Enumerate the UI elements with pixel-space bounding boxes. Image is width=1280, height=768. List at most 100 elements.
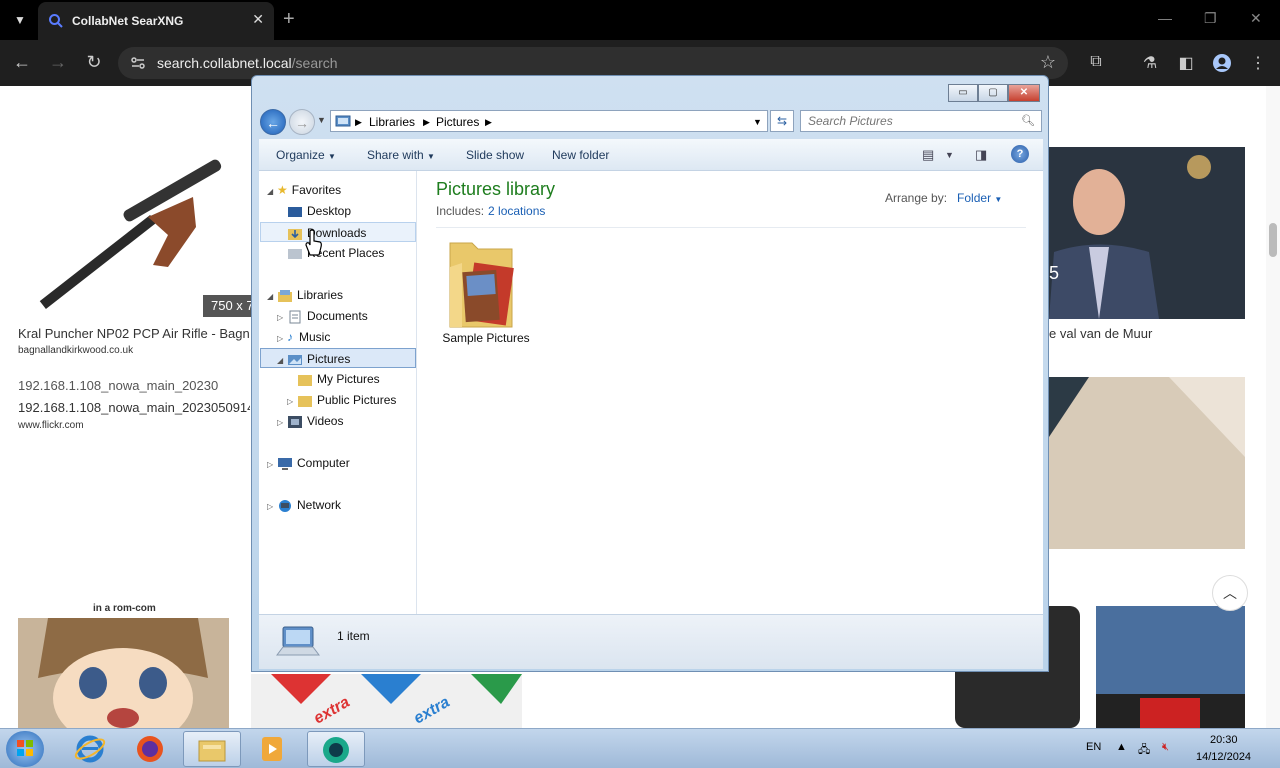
bookmark-star-icon[interactable]: ☆ [1040, 52, 1056, 73]
restore-icon[interactable]: ❐ [1204, 10, 1217, 27]
collapsed-arrow-icon[interactable]: ▷ [267, 455, 277, 475]
window-close-icon[interactable]: ✕ [1250, 10, 1262, 27]
network-tray-icon[interactable]: 🖧 [1138, 741, 1150, 760]
organize-label: Organize [276, 148, 325, 162]
breadcrumb-separator-icon[interactable]: ▶ [355, 117, 362, 128]
collapsed-arrow-icon[interactable]: ▷ [277, 308, 287, 328]
collapsed-arrow-icon[interactable]: ▷ [277, 413, 287, 433]
nav-network-label: Network [297, 498, 342, 512]
reload-icon[interactable]: ↻ [84, 52, 104, 73]
pictures-icon [288, 354, 302, 365]
explorer-back-button[interactable]: ← [260, 109, 286, 135]
view-options-dropdown-icon[interactable]: ▼ [945, 150, 954, 160]
arrange-by-dropdown[interactable]: Folder ▼ [957, 191, 1002, 205]
start-button-icon[interactable] [6, 731, 44, 767]
clock-time[interactable]: 20:30 [1210, 734, 1238, 746]
tab-close-icon[interactable]: ✕ [252, 11, 264, 28]
organize-menu[interactable]: Organize ▼ [276, 148, 336, 162]
minimize-icon[interactable]: — [1158, 10, 1172, 26]
media-player-icon[interactable] [243, 731, 301, 767]
result-image-phone[interactable] [1049, 377, 1245, 549]
nav-network[interactable]: ▷ Network [267, 495, 341, 515]
expanded-arrow-icon[interactable]: ◢ [277, 351, 287, 371]
result-image-rifle[interactable] [18, 147, 250, 319]
breadcrumb-separator-icon[interactable]: ▶ [485, 117, 492, 128]
nav-recent-places[interactable]: Recent Places [287, 243, 384, 263]
new-tab-icon[interactable]: + [283, 8, 295, 31]
internet-explorer-icon[interactable] [61, 731, 119, 767]
result-image-extra[interactable]: extra extra [251, 674, 522, 728]
scroll-to-top-button[interactable]: ︿ [1212, 575, 1248, 611]
side-panel-icon[interactable]: ◧ [1176, 53, 1196, 73]
profile-avatar-icon[interactable] [1212, 53, 1232, 73]
nav-public-pictures[interactable]: ▷ Public Pictures [287, 390, 396, 410]
nav-desktop-label: Desktop [307, 204, 352, 218]
result-title[interactable]: 192.168.1.108_nowa_main_2023050914 [18, 400, 250, 415]
expanded-arrow-icon[interactable]: ◢ [267, 182, 277, 202]
nav-videos-label: Videos [307, 414, 344, 428]
firefox-icon[interactable] [121, 731, 179, 767]
browser-tab[interactable]: CollabNet SearXNG ✕ [38, 2, 274, 40]
explorer-address-bar[interactable]: ▶ Libraries ▶ Pictures ▶ ▼ [330, 110, 768, 132]
includes-label: Includes: [436, 204, 485, 218]
browser-taskbar-icon[interactable] [307, 731, 365, 767]
result-title[interactable]: e val van de Muur [1049, 326, 1245, 341]
recent-pages-dropdown-icon[interactable]: ▼ [317, 115, 326, 125]
forward-arrow-icon[interactable]: → [48, 52, 68, 73]
nav-downloads[interactable]: Downloads [260, 222, 416, 242]
address-dropdown-icon[interactable]: ▼ [753, 117, 762, 127]
breadcrumb-libraries[interactable]: Libraries [369, 115, 415, 129]
tab-search-menu-icon[interactable]: ▼ [8, 8, 32, 32]
file-explorer-taskbar-icon[interactable] [183, 731, 241, 767]
explorer-refresh-icon[interactable]: ⇆ [770, 110, 794, 132]
favorites-star-icon: ★ [277, 183, 288, 197]
nav-pictures[interactable]: ◢ Pictures [260, 348, 416, 368]
collapsed-arrow-icon[interactable]: ▷ [287, 392, 297, 412]
result-image-anime[interactable] [18, 618, 229, 728]
language-indicator[interactable]: EN [1086, 741, 1101, 753]
labs-flask-icon[interactable]: ⚗ [1140, 53, 1160, 73]
clock-date[interactable]: 14/12/2024 [1196, 751, 1251, 763]
nav-computer[interactable]: ▷ Computer [267, 453, 350, 473]
slide-show-button[interactable]: Slide show [466, 148, 524, 162]
explorer-forward-button[interactable]: → [289, 109, 315, 135]
extensions-icon[interactable]: ⧉ [1086, 53, 1106, 73]
preview-pane-icon[interactable]: ◨ [975, 147, 987, 163]
nav-desktop[interactable]: Desktop [287, 201, 351, 221]
search-icon[interactable]: 🔍︎ [1021, 114, 1035, 127]
nav-favorites[interactable]: ◢ ★ Favorites [267, 180, 341, 200]
new-folder-button[interactable]: New folder [552, 148, 609, 162]
site-info-icon[interactable] [130, 55, 146, 71]
expanded-arrow-icon[interactable]: ◢ [267, 287, 277, 307]
explorer-maximize-button[interactable]: ▢ [978, 84, 1008, 102]
nav-documents[interactable]: ▷ Documents [277, 306, 368, 326]
result-title[interactable]: Kral Puncher NP02 PCP Air Rifle - Bagn [18, 326, 250, 341]
folder-item-sample-pictures[interactable]: Sample Pictures [436, 233, 536, 345]
includes-locations-link[interactable]: 2 locations [488, 204, 545, 218]
computer-icon [278, 457, 292, 470]
explorer-close-button[interactable]: ✕ [1008, 84, 1040, 102]
nav-music[interactable]: ▷ ♪ Music [277, 327, 330, 347]
show-hidden-icons-icon[interactable]: ▲ [1116, 741, 1127, 753]
explorer-search-box[interactable]: 🔍︎ [800, 110, 1042, 132]
explorer-minimize-button[interactable]: ▭ [948, 84, 978, 102]
collapsed-arrow-icon[interactable]: ▷ [267, 497, 277, 517]
nav-videos[interactable]: ▷ Videos [277, 411, 343, 431]
page-scrollbar[interactable] [1266, 86, 1280, 728]
result-image-news-anchor[interactable]: 5 [1049, 147, 1245, 319]
change-view-icon[interactable]: ▤ [922, 147, 934, 163]
explorer-search-input[interactable] [808, 112, 1018, 130]
nav-my-pictures[interactable]: My Pictures [297, 369, 380, 389]
breadcrumb-separator-icon[interactable]: ▶ [423, 117, 430, 128]
collapsed-arrow-icon[interactable]: ▷ [277, 329, 287, 349]
share-with-menu[interactable]: Share with ▼ [367, 148, 435, 162]
breadcrumb-pictures[interactable]: Pictures [436, 115, 479, 129]
volume-muted-icon[interactable]: 🔇︎ [1162, 741, 1169, 754]
browser-menu-icon[interactable]: ⋮ [1248, 53, 1268, 73]
back-arrow-icon[interactable]: ← [12, 52, 32, 73]
scrollbar-thumb[interactable] [1269, 223, 1277, 257]
nav-libraries[interactable]: ◢ Libraries [267, 285, 343, 305]
broken-image-alt[interactable]: 192.168.1.108_nowa_main_20230 [18, 378, 250, 393]
help-icon[interactable]: ? [1011, 145, 1029, 163]
library-includes: Includes: 2 locations [436, 204, 545, 218]
